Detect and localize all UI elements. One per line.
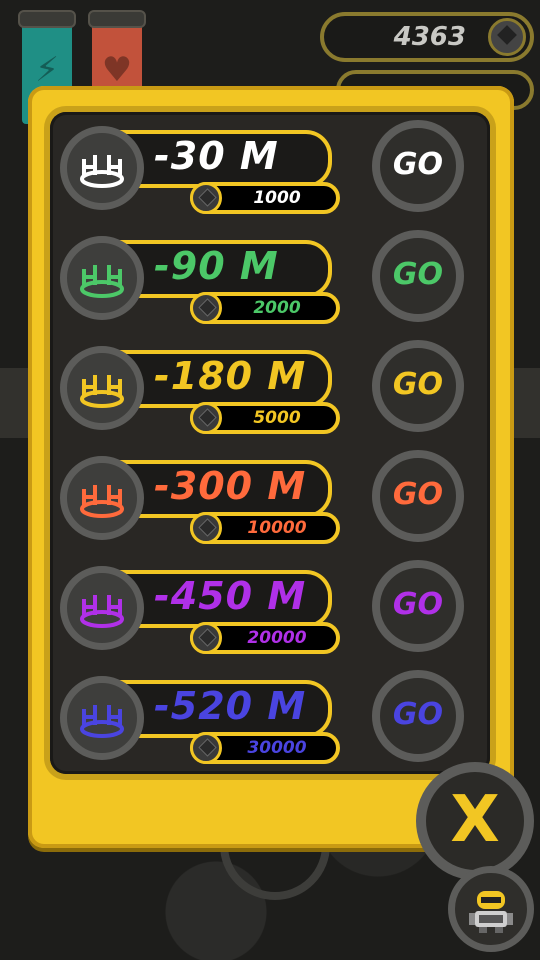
purchase-dialog: 1000 -30 M GO 2000 -90 M GO 5000 -180 M … (28, 86, 514, 848)
go-button[interactable]: GO (372, 560, 464, 652)
option-row: 10000 -300 M GO (50, 442, 490, 552)
arena-icon (60, 346, 144, 430)
side-band-left (0, 368, 30, 438)
reduction-amount: -90 M (154, 244, 279, 288)
gem-count: 4363 (393, 22, 466, 52)
cost-value: 30000 (247, 738, 307, 758)
gem-icon (190, 512, 222, 544)
arena-icon (60, 676, 144, 760)
reduction-amount: -30 M (154, 134, 279, 178)
go-button[interactable]: GO (372, 230, 464, 322)
arena-icon (60, 236, 144, 320)
cost-bar: 1000 (190, 182, 340, 214)
gem-icon (488, 18, 526, 56)
cost-value: 10000 (247, 518, 307, 538)
lightning-icon: ⚡ (35, 50, 59, 90)
arena-icon (60, 456, 144, 540)
heart-icon: ♥ (101, 50, 133, 90)
close-button[interactable]: X (416, 762, 534, 880)
cost-value: 5000 (253, 408, 301, 428)
cost-value: 2000 (253, 298, 301, 318)
reduction-amount: -450 M (154, 574, 307, 618)
cost-bar: 5000 (190, 402, 340, 434)
robot-avatar-icon (469, 891, 513, 933)
reduction-amount: -300 M (154, 464, 307, 508)
cost-bar: 30000 (190, 732, 340, 764)
cost-bar: 10000 (190, 512, 340, 544)
gem-icon (190, 182, 222, 214)
option-row: 5000 -180 M GO (50, 332, 490, 442)
option-row: 2000 -90 M GO (50, 222, 490, 332)
cost-bar: 20000 (190, 622, 340, 654)
arena-icon (60, 566, 144, 650)
cost-bar: 2000 (190, 292, 340, 324)
gem-icon (190, 402, 222, 434)
cost-value: 1000 (253, 188, 301, 208)
gem-counter: 4363 (320, 12, 534, 62)
option-row: 20000 -450 M GO (50, 552, 490, 662)
options-panel: 1000 -30 M GO 2000 -90 M GO 5000 -180 M … (50, 112, 490, 774)
side-band-right (510, 368, 540, 438)
reduction-amount: -520 M (154, 684, 307, 728)
gem-icon (190, 292, 222, 324)
go-button[interactable]: GO (372, 340, 464, 432)
go-button[interactable]: GO (372, 120, 464, 212)
cost-value: 20000 (247, 628, 307, 648)
go-button[interactable]: GO (372, 450, 464, 542)
go-button[interactable]: GO (372, 670, 464, 762)
option-row: 30000 -520 M GO (50, 662, 490, 772)
gem-icon (190, 622, 222, 654)
option-row: 1000 -30 M GO (50, 112, 490, 222)
arena-icon (60, 126, 144, 210)
reduction-amount: -180 M (154, 354, 307, 398)
gem-icon (190, 732, 222, 764)
avatar-button[interactable] (448, 866, 534, 952)
